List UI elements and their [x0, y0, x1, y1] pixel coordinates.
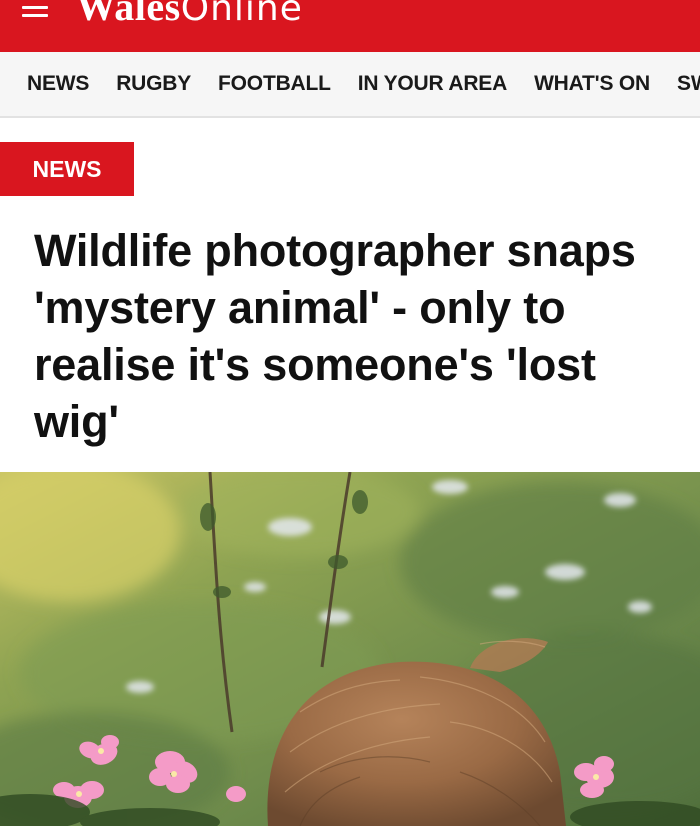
menu-line — [22, 6, 48, 9]
article-photo[interactable] — [0, 472, 700, 826]
section-badge-news[interactable]: NEWS — [0, 142, 134, 196]
site-logo[interactable]: WalesOnline — [76, 0, 303, 32]
menu-line — [22, 14, 48, 17]
section-nav: NEWS RUGBY FOOTBALL IN YOUR AREA WHAT'S … — [0, 52, 700, 118]
nav-item-sw[interactable]: SW — [677, 72, 700, 96]
logo-wales: Wales — [76, 0, 181, 29]
nav-item-news[interactable]: NEWS — [27, 72, 89, 96]
article-headline: Wildlife photographer snaps 'mystery ani… — [34, 225, 636, 447]
hamburger-menu-icon[interactable] — [22, 0, 48, 22]
site-header: WalesOnline — [0, 0, 700, 52]
nav-item-in-your-area[interactable]: IN YOUR AREA — [358, 72, 507, 96]
nav-item-rugby[interactable]: RUGBY — [116, 72, 191, 96]
nav-item-football[interactable]: FOOTBALL — [218, 72, 331, 96]
nav-item-whats-on[interactable]: WHAT'S ON — [534, 72, 650, 96]
wig-in-meadow-image — [0, 472, 700, 826]
logo-online: Online — [180, 0, 303, 29]
